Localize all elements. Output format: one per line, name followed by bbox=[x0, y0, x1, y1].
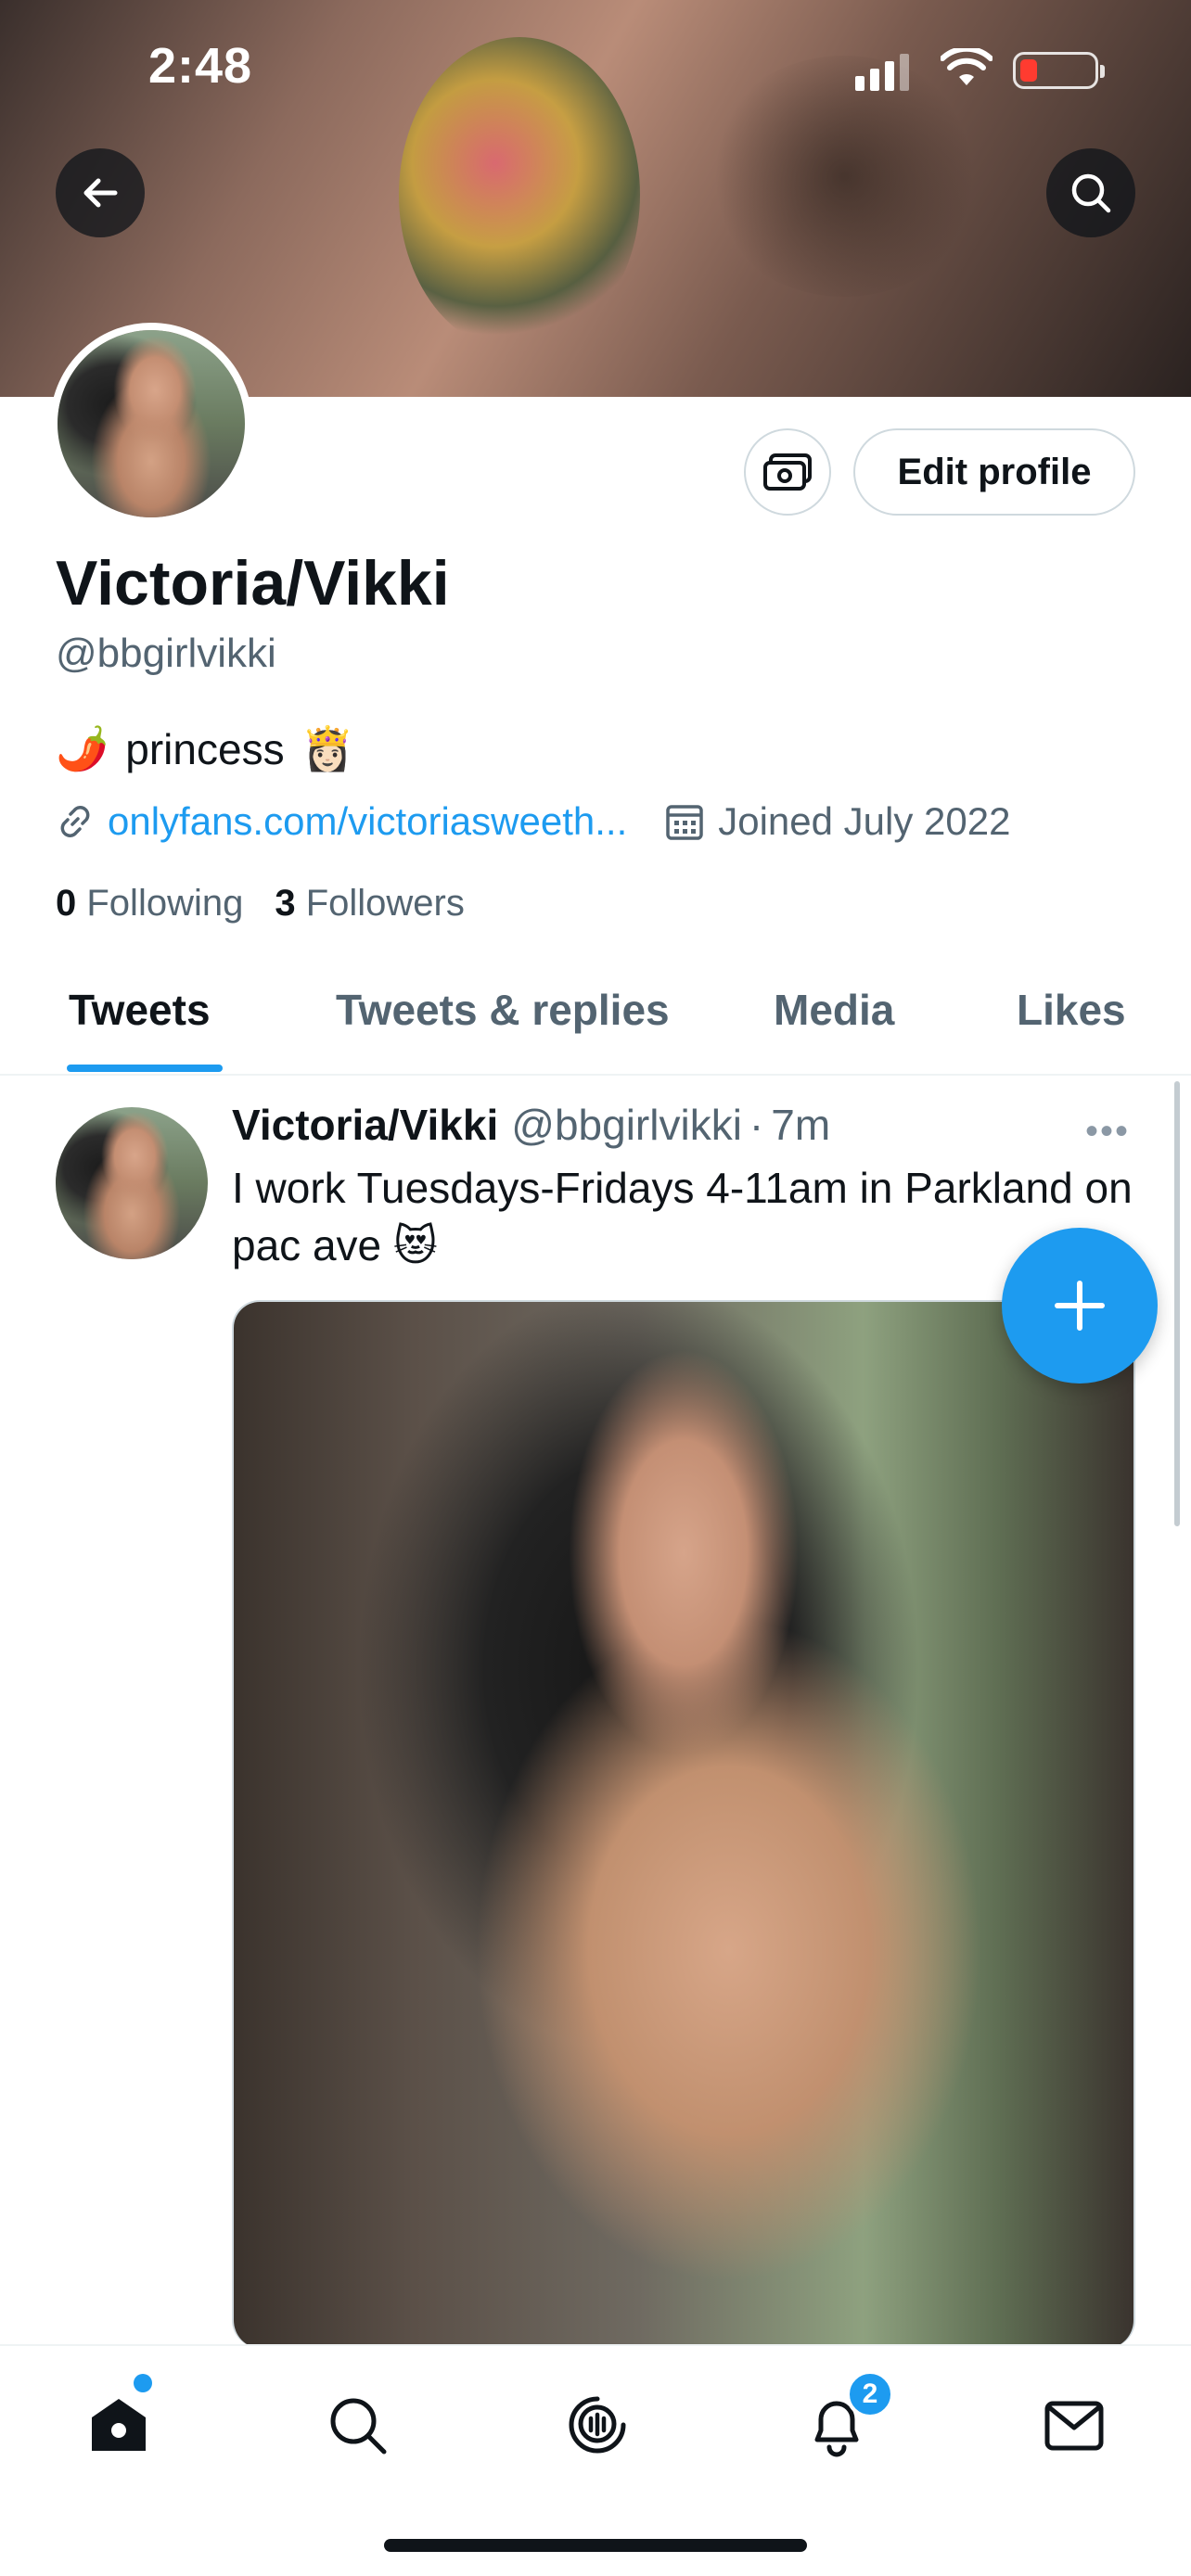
following-count: 0 bbox=[56, 883, 77, 924]
tips-button[interactable] bbox=[744, 428, 831, 516]
active-tab-indicator bbox=[67, 1065, 223, 1072]
nav-messages[interactable] bbox=[1028, 2379, 1121, 2472]
tweet-text-body: I work Tuesdays-Fridays 4-11am in Parkla… bbox=[232, 1164, 1133, 1269]
profile-website-link[interactable]: onlyfans.com/victoriasweeth... bbox=[108, 799, 627, 844]
tweet-author-handle[interactable]: @bbgirlvikki bbox=[511, 1100, 742, 1150]
tab-likes[interactable]: Likes bbox=[1017, 985, 1126, 1035]
princess-emoji: 👸🏻 bbox=[301, 724, 354, 772]
profile-bio: 🌶️ princess 👸🏻 bbox=[56, 723, 354, 774]
tab-media[interactable]: Media bbox=[774, 985, 894, 1035]
tweet-emoji: 😻 bbox=[392, 1221, 438, 1269]
spaces-icon bbox=[569, 2396, 626, 2454]
search-button[interactable] bbox=[1046, 148, 1135, 237]
tweet-time: 7m bbox=[771, 1101, 831, 1149]
arrow-left-icon bbox=[83, 178, 118, 208]
followers-label: Followers bbox=[305, 883, 465, 924]
chili-emoji: 🌶️ bbox=[56, 724, 109, 772]
profile-meta: onlyfans.com/victoriasweeth... Joined Ju… bbox=[56, 799, 1010, 844]
signal-icon bbox=[855, 54, 909, 91]
bio-text: princess bbox=[125, 724, 285, 773]
follow-stats: 0 Following 3 Followers bbox=[56, 883, 465, 925]
nav-home[interactable] bbox=[72, 2379, 165, 2472]
search-icon bbox=[330, 2398, 387, 2455]
tweet-more-button[interactable]: ••• bbox=[1085, 1111, 1130, 1153]
tab-tweets-replies[interactable]: Tweets & replies bbox=[336, 985, 670, 1035]
followers-count: 3 bbox=[275, 883, 296, 924]
profile-tabs: Tweets Tweets & replies Media Likes bbox=[0, 964, 1191, 1076]
tweet-author-avatar[interactable] bbox=[56, 1107, 208, 1259]
search-icon bbox=[1071, 173, 1111, 213]
wifi-icon bbox=[941, 48, 992, 85]
profile-display-name: Victoria/Vikki bbox=[56, 548, 450, 618]
avatar-image bbox=[58, 330, 245, 517]
tweet-header: Victoria/Vikki @bbgirlvikki · 7m bbox=[232, 1100, 830, 1150]
home-indicator[interactable] bbox=[384, 2539, 807, 2552]
plus-icon bbox=[1055, 1281, 1105, 1331]
tweet-media-image[interactable] bbox=[232, 1300, 1135, 2348]
tweet-avatar-image bbox=[56, 1107, 208, 1259]
nav-spaces[interactable] bbox=[551, 2379, 644, 2472]
tweet-author-name[interactable]: Victoria/Vikki bbox=[232, 1100, 498, 1150]
following-label: Following bbox=[86, 883, 244, 924]
home-icon bbox=[92, 2399, 146, 2451]
profile-avatar[interactable] bbox=[50, 323, 252, 525]
tweet-text: I work Tuesdays-Fridays 4-11am in Parkla… bbox=[232, 1159, 1141, 1274]
profile-handle: @bbgirlvikki bbox=[56, 631, 276, 676]
calendar-icon bbox=[666, 805, 703, 840]
messages-icon bbox=[1044, 2401, 1104, 2451]
money-icon bbox=[763, 453, 812, 491]
link-icon bbox=[60, 806, 90, 837]
battery-icon bbox=[1013, 52, 1105, 89]
status-bar: 2:48 bbox=[0, 0, 1191, 139]
status-time: 2:48 bbox=[148, 38, 253, 94]
scrollbar[interactable] bbox=[1174, 1081, 1180, 1526]
nav-search[interactable] bbox=[312, 2379, 404, 2472]
followers-stat[interactable]: 3 Followers bbox=[275, 883, 465, 925]
following-stat[interactable]: 0 Following bbox=[56, 883, 243, 925]
back-button[interactable] bbox=[56, 148, 145, 237]
notification-badge: 2 bbox=[846, 2370, 894, 2418]
edit-profile-button[interactable]: Edit profile bbox=[853, 428, 1135, 516]
compose-tweet-button[interactable] bbox=[1002, 1228, 1158, 1384]
tweet-separator: · bbox=[749, 1101, 764, 1149]
home-unread-dot bbox=[134, 2374, 152, 2392]
profile-joined-date: Joined July 2022 bbox=[718, 799, 1011, 843]
tab-tweets[interactable]: Tweets bbox=[69, 985, 211, 1035]
